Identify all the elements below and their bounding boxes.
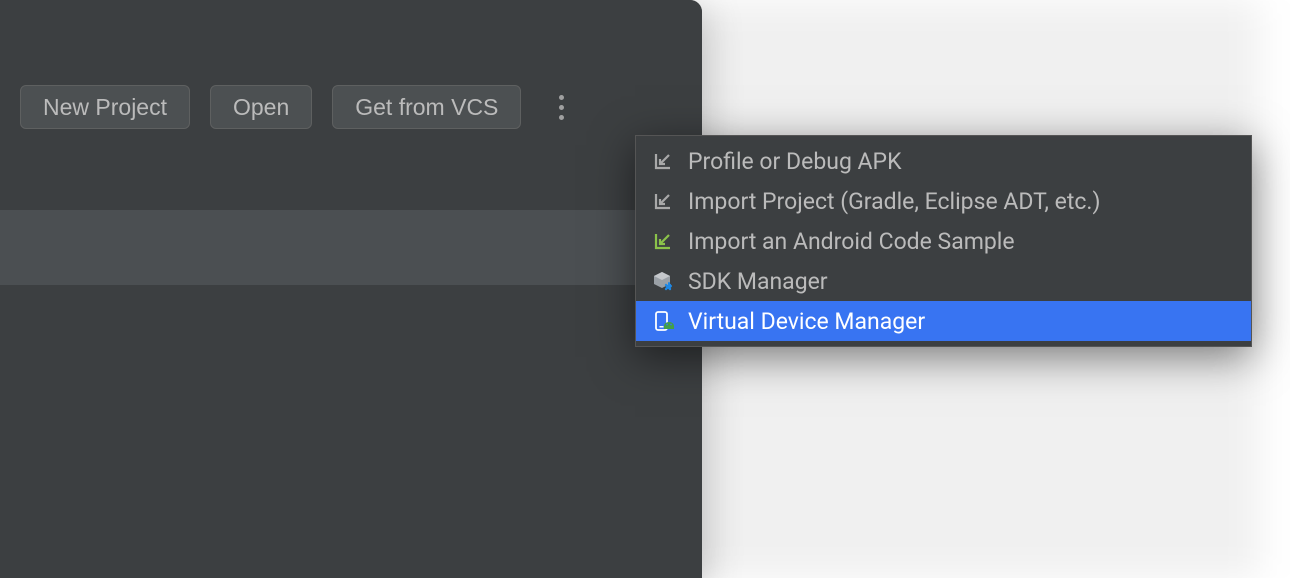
menu-item-label: SDK Manager [688, 268, 828, 295]
menu-item-label: Profile or Debug APK [688, 148, 902, 175]
menu-item-profile-debug-apk[interactable]: Profile or Debug APK [636, 141, 1251, 181]
menu-item-import-android-sample[interactable]: Import an Android Code Sample [636, 221, 1251, 261]
import-arrow-icon [652, 150, 674, 172]
open-button[interactable]: Open [210, 85, 312, 129]
vertical-ellipsis-icon [559, 95, 564, 120]
more-actions-button[interactable] [549, 85, 573, 129]
more-actions-menu: Profile or Debug APK Import Project (Gra… [635, 135, 1252, 347]
menu-item-import-project[interactable]: Import Project (Gradle, Eclipse ADT, etc… [636, 181, 1251, 221]
toolbar: New Project Open Get from VCS [0, 0, 702, 129]
get-from-vcs-button[interactable]: Get from VCS [332, 85, 521, 129]
menu-item-label: Import Project (Gradle, Eclipse ADT, etc… [688, 188, 1101, 215]
menu-item-label: Import an Android Code Sample [688, 228, 1015, 255]
menu-item-label: Virtual Device Manager [688, 308, 925, 335]
new-project-button[interactable]: New Project [20, 85, 190, 129]
welcome-window: New Project Open Get from VCS [0, 0, 702, 578]
window-top: New Project Open Get from VCS [0, 0, 702, 150]
menu-item-virtual-device-manager[interactable]: Virtual Device Manager [636, 301, 1251, 341]
menu-item-sdk-manager[interactable]: SDK Manager [636, 261, 1251, 301]
recent-projects-band [0, 210, 702, 285]
sdk-box-icon [652, 270, 674, 292]
device-icon [652, 310, 674, 332]
import-arrow-icon [652, 190, 674, 212]
import-android-icon [652, 230, 674, 252]
